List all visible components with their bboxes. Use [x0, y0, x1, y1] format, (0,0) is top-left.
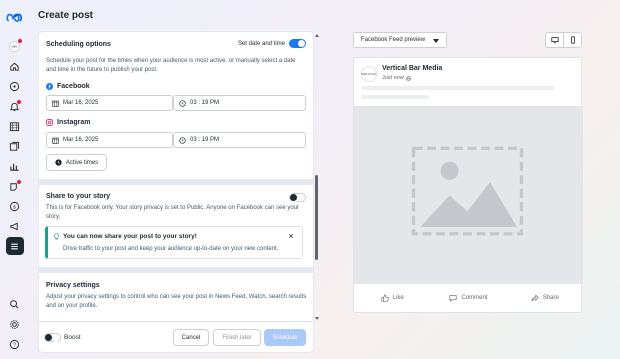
- bell-icon[interactable]: [6, 97, 24, 115]
- facebook-time-value: 03 : 19 PM: [190, 100, 220, 106]
- profile-avatar-icon[interactable]: VBM: [6, 37, 24, 55]
- comment-icon: [449, 295, 458, 302]
- active-times-label: Active times: [65, 159, 99, 166]
- menu-icon[interactable]: [5, 237, 24, 255]
- help-icon[interactable]: ?: [6, 335, 24, 353]
- instagram-time-field[interactable]: 03 : 19 PM: [173, 132, 306, 148]
- privacy-description: Adjust your privacy settings to control …: [46, 294, 307, 309]
- calendar-icon: [52, 137, 59, 144]
- post-meta: Just now: [382, 75, 411, 81]
- clock-icon: [179, 136, 186, 144]
- scheduling-title: Scheduling options: [46, 41, 111, 48]
- preview-type-dropdown[interactable]: Facebook Feed preview: [353, 32, 447, 48]
- instagram-label: Instagram: [57, 119, 91, 126]
- desktop-icon[interactable]: [546, 33, 563, 47]
- megaphone-icon[interactable]: [6, 217, 24, 235]
- text-placeholder: [361, 86, 554, 90]
- schedule-button[interactable]: Schedule: [264, 329, 306, 346]
- privacy-section: Privacy settings Adjust your privacy set…: [39, 273, 313, 321]
- instagram-row-label: Instagram: [46, 119, 90, 126]
- calendar-icon[interactable]: [6, 117, 24, 135]
- active-times-button[interactable]: Active times: [46, 154, 107, 171]
- insights-icon[interactable]: [6, 157, 24, 175]
- scroll-up-arrow[interactable]: [315, 34, 319, 37]
- clock-filled-icon: [55, 159, 62, 166]
- page-title: Create post: [38, 10, 94, 21]
- instagram-time-value: 03 : 19 PM: [190, 137, 220, 143]
- story-section: Share to your story This is for Facebook…: [39, 185, 313, 267]
- facebook-time-field[interactable]: 03 : 19 PM: [173, 95, 306, 111]
- image-placeholder-icon: [411, 146, 524, 236]
- share-action[interactable]: Share: [507, 288, 583, 308]
- ads-icon[interactable]: [6, 177, 24, 195]
- calendar-icon: [52, 100, 59, 107]
- compass-icon[interactable]: [6, 77, 24, 95]
- story-notice: You can now share your post to your stor…: [45, 226, 303, 259]
- instagram-date-field[interactable]: Mar 16, 2025: [46, 132, 173, 148]
- post-time: Just now: [382, 75, 404, 81]
- instagram-date-value: Mar 16, 2025: [63, 137, 99, 143]
- finish-later-button[interactable]: Finish later: [213, 329, 261, 346]
- share-icon: [531, 294, 539, 302]
- image-placeholder: [354, 106, 583, 284]
- like-action[interactable]: Like: [354, 288, 430, 308]
- home-icon[interactable]: [6, 57, 24, 75]
- post-preview-card: VERTICAL Vertical Bar Media Just now Lik…: [353, 57, 583, 313]
- facebook-label: Facebook: [57, 83, 90, 90]
- like-icon: [381, 294, 389, 302]
- svg-text:?: ?: [13, 342, 16, 348]
- comment-label: Comment: [461, 295, 488, 301]
- settings-icon[interactable]: [6, 315, 24, 333]
- share-story-toggle-knob: [290, 194, 297, 201]
- panel-scrollbar[interactable]: [314, 32, 320, 320]
- globe-icon: [405, 75, 411, 81]
- story-title: Share to your story: [46, 193, 111, 200]
- privacy-title: Privacy settings: [46, 282, 100, 289]
- facebook-row-label: Facebook: [46, 83, 90, 90]
- story-description: This is for Facebook only. Your story pr…: [46, 205, 300, 220]
- instagram-icon: [46, 119, 53, 126]
- scheduling-description: Schedule your post for the times when yo…: [46, 58, 296, 73]
- close-icon[interactable]: [288, 233, 294, 239]
- like-label: Like: [392, 295, 404, 301]
- share-label: Share: [542, 295, 559, 301]
- left-nav-rail: VBM $ ?: [0, 0, 29, 359]
- page-name: Vertical Bar Media: [382, 65, 443, 72]
- notice-body: Drive traffic to your post and keep your…: [63, 246, 279, 252]
- lightbulb-icon: [54, 233, 59, 240]
- facebook-icon: [46, 83, 53, 90]
- post-actions: Like Comment Share: [354, 288, 583, 308]
- clock-icon: [179, 99, 186, 107]
- comment-action[interactable]: Comment: [430, 288, 506, 308]
- scroll-thumb[interactable]: [315, 175, 318, 260]
- boost-toggle-knob: [45, 334, 52, 341]
- scroll-down-arrow[interactable]: [315, 317, 319, 320]
- svg-text:$: $: [13, 204, 16, 209]
- facebook-date-value: Mar 16, 2025: [63, 100, 99, 106]
- device-toggle: [545, 32, 582, 48]
- notice-title: You can now share your post to your stor…: [63, 233, 197, 240]
- meta-logo[interactable]: [5, 9, 24, 25]
- boost-label: Boost: [64, 334, 81, 341]
- preview-type-label: Facebook Feed preview: [361, 37, 426, 43]
- cancel-button[interactable]: Cancel: [173, 329, 209, 346]
- chevron-down-icon: [433, 39, 439, 43]
- page-avatar: VERTICAL: [361, 66, 377, 82]
- text-placeholder: [361, 95, 429, 99]
- mobile-icon[interactable]: [563, 33, 581, 47]
- set-date-time-toggle[interactable]: [289, 39, 306, 48]
- scheduling-section: Scheduling options Set date and time Sch…: [39, 32, 313, 179]
- post-options-panel: Scheduling options Set date and time Sch…: [39, 32, 313, 352]
- search-icon[interactable]: [6, 295, 24, 313]
- content-icon[interactable]: [6, 137, 24, 155]
- panel-footer: Boost Cancel Finish later Schedule: [39, 321, 313, 352]
- set-date-time-label: Set date and time: [237, 41, 285, 47]
- svg-text:VBM: VBM: [12, 44, 19, 48]
- monetization-icon[interactable]: $: [6, 197, 24, 215]
- facebook-date-field[interactable]: Mar 16, 2025: [46, 95, 173, 111]
